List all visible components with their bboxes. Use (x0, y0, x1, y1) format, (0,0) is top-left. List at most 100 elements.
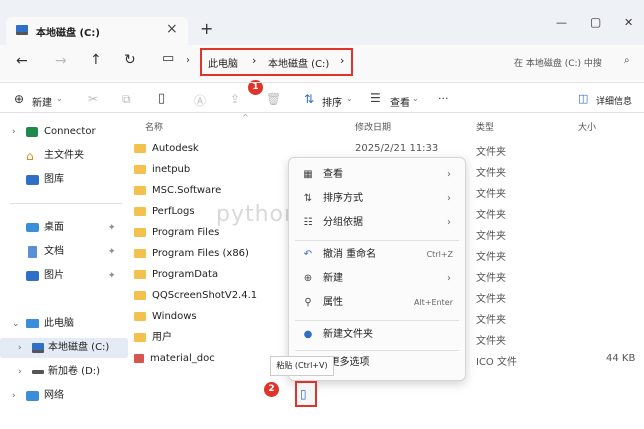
divider (0, 82, 644, 83)
more-button[interactable]: ··· (438, 92, 449, 105)
step-badge-2: 2 (264, 382, 279, 397)
sidebar-item-label: 此电脑 (44, 318, 74, 329)
group-icon: ☷ (303, 217, 313, 228)
up-icon[interactable]: ↑ (90, 52, 102, 68)
view-button[interactable]: 查看 (390, 94, 410, 109)
table-row[interactable]: Autodesk (134, 138, 284, 159)
chevron-down-icon: ⌄ (346, 94, 353, 103)
chevron-right-icon: › (447, 193, 451, 204)
document-icon (28, 246, 37, 258)
details-button[interactable]: 详细信息 (596, 94, 632, 107)
paste-icon: ▯ (300, 387, 307, 401)
sidebar-item-this-pc[interactable]: ⌄ 此电脑 (0, 314, 128, 334)
sidebar-item-local-disk[interactable]: › 本地磁盘 (C:) (0, 338, 128, 358)
breadcrumb-local-disk[interactable]: 本地磁盘 (C:) (268, 55, 329, 70)
folder-icon (134, 290, 146, 300)
folder-icon (134, 248, 146, 258)
file-type: 文件夹 (476, 231, 506, 242)
divider (295, 350, 459, 351)
breadcrumb-this-pc[interactable]: 此电脑 (208, 55, 238, 70)
table-row[interactable]: inetpub (134, 159, 284, 180)
chevron-right-icon: › (18, 367, 22, 377)
menu-item-group[interactable]: ☷ 分组依据 › (299, 212, 457, 234)
folder-icon (134, 206, 146, 216)
menu-item-properties[interactable]: ⚲ 属性 Alt+Enter (299, 292, 457, 314)
tab-title: 本地磁盘 (C:) (36, 28, 100, 39)
table-row[interactable]: MSC.Software (134, 180, 284, 201)
maximize-button[interactable]: ▢ (590, 15, 601, 29)
paste-menu-button[interactable]: ▯ (295, 381, 317, 407)
new-folder-icon: ● (303, 329, 313, 340)
add-circle-icon: ⊕ (14, 92, 25, 106)
minimize-button[interactable]: — (556, 16, 567, 29)
table-row[interactable]: Program Files (x86) (134, 243, 284, 264)
paste-icon[interactable]: ▯ (158, 91, 165, 106)
table-row[interactable]: material_doc (134, 348, 284, 369)
forward-icon[interactable]: → (55, 53, 67, 69)
file-date: 2025/2/21 11:33 (355, 143, 439, 154)
search-icon[interactable]: ⌕ (624, 55, 630, 66)
drive-icon (32, 370, 44, 374)
file-type: 文件夹 (476, 315, 506, 326)
pin-icon: ✦ (108, 223, 116, 233)
sort-button[interactable]: 排序 (322, 94, 342, 109)
connector-icon (26, 127, 38, 137)
menu-item-new-folder[interactable]: ● 新建文件夹 (299, 324, 457, 346)
new-button[interactable]: 新建 (32, 94, 52, 109)
table-row[interactable]: 用户 (134, 327, 284, 348)
context-menu: ▦ 查看 › ⇅ 排序方式 › ☷ 分组依据 › ↶ 撤消 重命名 Ctrl+Z ⊕ 新建 › ⚲ 属… (288, 157, 466, 381)
table-row[interactable]: Windows (134, 306, 284, 327)
chevron-right-icon[interactable]: › (340, 54, 344, 67)
chevron-right-icon: › (447, 217, 451, 228)
column-header-name[interactable]: 名称 (145, 120, 163, 133)
table-row[interactable]: QQScreenShotV2.4.1 (134, 285, 284, 306)
sidebar-item-connector[interactable]: › Connector (0, 122, 128, 142)
menu-item-new[interactable]: ⊕ 新建 › (299, 268, 457, 290)
sidebar-item-pictures[interactable]: 图片 ✦ (0, 266, 128, 286)
share-icon[interactable]: ⇪ (230, 92, 240, 106)
sidebar-item-volume-d[interactable]: › 新加卷 (D:) (0, 362, 128, 382)
sidebar-item-desktop[interactable]: 桌面 ✦ (0, 218, 128, 238)
copy-icon[interactable]: ⧉ (122, 92, 131, 107)
file-type: 文件夹 (476, 336, 506, 347)
grid-icon: ▦ (303, 169, 313, 180)
pin-icon: ✦ (108, 247, 116, 257)
table-row[interactable]: ProgramData (134, 264, 284, 285)
drive-icon (16, 25, 28, 38)
menu-item-sort[interactable]: ⇅ 排序方式 › (299, 188, 457, 210)
sidebar-item-label: 主文件夹 (44, 150, 84, 161)
sidebar-item-label: 图片 (44, 270, 64, 281)
chevron-right-icon: › (447, 169, 451, 180)
new-tab-button[interactable]: + (200, 19, 213, 38)
column-header-type[interactable]: 类型 (476, 120, 494, 133)
tab-local-disk[interactable]: 本地磁盘 (C:) × (6, 17, 188, 45)
close-tab-icon[interactable]: × (166, 21, 178, 37)
search-input[interactable]: 在 本地磁盘 (C:) 中搜 (514, 56, 602, 69)
file-type: ICO 文件 (476, 357, 517, 368)
column-header-modified[interactable]: 修改日期 (355, 120, 391, 133)
sidebar-item-documents[interactable]: 文档 ✦ (0, 242, 128, 262)
back-icon[interactable]: ← (16, 53, 28, 69)
close-button[interactable]: ✕ (624, 16, 633, 29)
file-name: Program Files (x86) (152, 248, 249, 259)
menu-item-undo[interactable]: ↶ 撤消 重命名 Ctrl+Z (299, 244, 457, 266)
sidebar-item-home[interactable]: ⌂ 主文件夹 (0, 146, 128, 166)
rename-icon[interactable]: Ⓐ (194, 92, 206, 109)
monitor-icon[interactable]: ▭ (162, 51, 174, 66)
menu-item-view[interactable]: ▦ 查看 › (299, 164, 457, 186)
sidebar-item-gallery[interactable]: 图库 (0, 170, 128, 190)
gallery-icon (26, 175, 39, 185)
file-name: Program Files (152, 227, 220, 238)
ico-file-icon (134, 354, 144, 363)
pin-icon: ✦ (108, 271, 116, 281)
chevron-down-icon: ⌄ (56, 94, 63, 103)
sort-icon: ⇅ (304, 92, 315, 106)
sidebar-item-network[interactable]: › 网络 (0, 386, 128, 406)
cut-icon[interactable]: ✂ (88, 92, 98, 106)
file-type: 文件夹 (476, 189, 506, 200)
chevron-right-icon: › (447, 273, 451, 284)
file-name: material_doc (150, 353, 215, 364)
delete-icon[interactable]: 🗑 (266, 92, 281, 106)
refresh-icon[interactable]: ↻ (124, 52, 136, 68)
column-header-size[interactable]: 大小 (578, 120, 596, 133)
